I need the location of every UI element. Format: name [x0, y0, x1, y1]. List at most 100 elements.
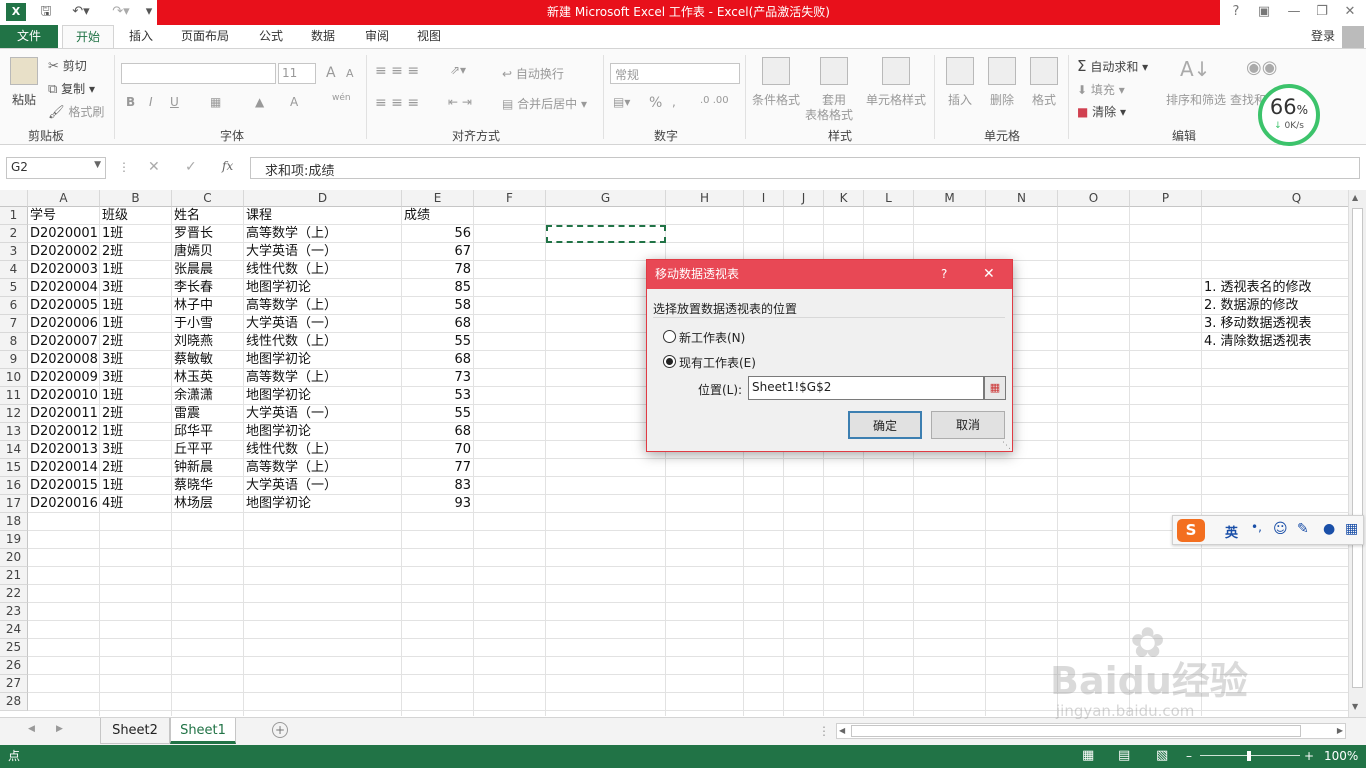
sheet-tab-sheet2[interactable]: Sheet2	[100, 718, 170, 744]
percent-button[interactable]: %	[649, 95, 662, 111]
data-cell[interactable]: D2020015	[28, 477, 100, 495]
tab-view[interactable]: 视图	[408, 25, 450, 49]
data-cell[interactable]: 68	[402, 315, 474, 333]
data-cell[interactable]: 地图学初论	[244, 423, 402, 441]
selection-marquee[interactable]	[546, 225, 666, 243]
scroll-left-icon[interactable]: ◀	[839, 726, 845, 735]
data-cell[interactable]: 雷震	[172, 405, 244, 423]
delete-cells-icon[interactable]	[988, 57, 1016, 85]
next-sheet-icon[interactable]: ▶	[56, 724, 63, 734]
data-cell[interactable]: 地图学初论	[244, 351, 402, 369]
data-cell[interactable]: D2020009	[28, 369, 100, 387]
data-cell[interactable]: D2020001	[28, 225, 100, 243]
row-header-10[interactable]: 10	[0, 369, 28, 387]
row-header-16[interactable]: 16	[0, 477, 28, 495]
data-cell[interactable]: D2020008	[28, 351, 100, 369]
normal-view-icon[interactable]: ▦	[1082, 745, 1094, 767]
data-cell[interactable]: D2020003	[28, 261, 100, 279]
data-cell[interactable]: D2020004	[28, 279, 100, 297]
data-cell[interactable]: 唐嫣贝	[172, 243, 244, 261]
paste-icon[interactable]	[10, 57, 38, 85]
save-icon[interactable]: 🖫	[36, 3, 56, 21]
row-header-12[interactable]: 12	[0, 405, 28, 423]
data-cell[interactable]: 高等数学（上）	[244, 459, 402, 477]
data-cell[interactable]: D2020012	[28, 423, 100, 441]
copy-button[interactable]: ⧉ 复制 ▾	[48, 80, 95, 97]
select-all-corner[interactable]	[0, 190, 28, 207]
fill-color-icon[interactable]: ▲	[255, 95, 264, 109]
column-header-o[interactable]: O	[1058, 190, 1130, 207]
emoji-icon[interactable]: ☺	[1273, 521, 1288, 537]
column-header-l[interactable]: L	[864, 190, 914, 207]
dialog-close-icon[interactable]: ✕	[983, 260, 995, 288]
row-header-25[interactable]: 25	[0, 639, 28, 657]
note-cell[interactable]: 4. 清除数据透视表	[1202, 333, 1348, 351]
orientation-icon[interactable]: ⇗▾	[450, 63, 466, 77]
row-header-8[interactable]: 8	[0, 333, 28, 351]
italic-button[interactable]: I	[149, 95, 153, 109]
row-header-26[interactable]: 26	[0, 657, 28, 675]
data-cell[interactable]: 56	[402, 225, 474, 243]
customize-qat-icon[interactable]: ▾	[142, 3, 156, 21]
pen-icon[interactable]: ✎	[1297, 521, 1309, 537]
horizontal-scrollbar[interactable]: ◀ ▶	[836, 723, 1346, 739]
column-header-m[interactable]: M	[914, 190, 986, 207]
row-header-21[interactable]: 21	[0, 567, 28, 585]
column-header-k[interactable]: K	[824, 190, 864, 207]
data-cell[interactable]: 大学英语（一）	[244, 405, 402, 423]
column-header-f[interactable]: F	[474, 190, 546, 207]
format-painter-button[interactable]: 🖌 格式刷	[48, 103, 104, 120]
cancel-icon[interactable]: ✕	[148, 159, 160, 175]
row-header-15[interactable]: 15	[0, 459, 28, 477]
data-cell[interactable]: 1班	[100, 387, 172, 405]
vertical-scrollbar[interactable]: ▲ ▼	[1348, 190, 1366, 717]
data-cell[interactable]: D2020011	[28, 405, 100, 423]
data-cell[interactable]: 大学英语（一）	[244, 315, 402, 333]
scroll-down-icon[interactable]: ▼	[1352, 702, 1358, 711]
data-cell[interactable]: 83	[402, 477, 474, 495]
data-cell[interactable]: 于小雪	[172, 315, 244, 333]
format-cells-icon[interactable]	[1030, 57, 1058, 85]
row-header-19[interactable]: 19	[0, 531, 28, 549]
note-cell[interactable]: 1. 透视表名的修改	[1202, 279, 1348, 297]
data-cell[interactable]: 77	[402, 459, 474, 477]
underline-button[interactable]: U	[170, 95, 179, 109]
row-header-28[interactable]: 28	[0, 693, 28, 711]
data-cell[interactable]: 1班	[100, 315, 172, 333]
sogou-logo-icon[interactable]: S	[1177, 519, 1205, 542]
phonetic-button[interactable]: wén	[332, 93, 351, 103]
ime-toolbar[interactable]: S 英 •, ☺ ✎ ● ▦	[1172, 515, 1364, 545]
table-format-icon[interactable]	[820, 57, 848, 85]
close-icon[interactable]: ✕	[1336, 0, 1364, 25]
column-header-d[interactable]: D	[244, 190, 402, 207]
ime-lang-toggle[interactable]: 英	[1225, 522, 1238, 541]
column-header-g[interactable]: G	[546, 190, 666, 207]
data-cell[interactable]: 大学英语（一）	[244, 243, 402, 261]
column-header-h[interactable]: H	[666, 190, 744, 207]
conditional-format-icon[interactable]	[762, 57, 790, 85]
prev-sheet-icon[interactable]: ◀	[28, 724, 35, 734]
ime-punct-toggle[interactable]: •,	[1251, 520, 1262, 534]
data-cell[interactable]: 地图学初论	[244, 387, 402, 405]
row-header-13[interactable]: 13	[0, 423, 28, 441]
enter-icon[interactable]: ✓	[185, 159, 197, 175]
fill-button[interactable]: ⬇ 填充 ▾	[1077, 81, 1125, 98]
tab-page-layout[interactable]: 页面布局	[172, 25, 238, 49]
data-cell[interactable]: 3班	[100, 369, 172, 387]
ok-button[interactable]: 确定	[848, 411, 922, 439]
align-left-icon[interactable]: ≡ ≡ ≡	[375, 95, 419, 111]
column-header-q[interactable]: Q	[1202, 190, 1348, 207]
location-input[interactable]: Sheet1!$G$2	[748, 376, 984, 400]
tab-data[interactable]: 数据	[302, 25, 344, 49]
align-top-icon[interactable]: ≡ ≡ ≡	[375, 63, 419, 79]
data-cell[interactable]: 68	[402, 351, 474, 369]
header-cell[interactable]: 班级	[100, 207, 172, 225]
data-cell[interactable]: 2班	[100, 333, 172, 351]
data-cell[interactable]: 高等数学（上）	[244, 225, 402, 243]
insert-cells-icon[interactable]	[946, 57, 974, 85]
row-header-17[interactable]: 17	[0, 495, 28, 513]
data-cell[interactable]: 3班	[100, 441, 172, 459]
add-sheet-icon[interactable]: +	[272, 722, 288, 738]
row-header-4[interactable]: 4	[0, 261, 28, 279]
data-cell[interactable]: 林场层	[172, 495, 244, 513]
